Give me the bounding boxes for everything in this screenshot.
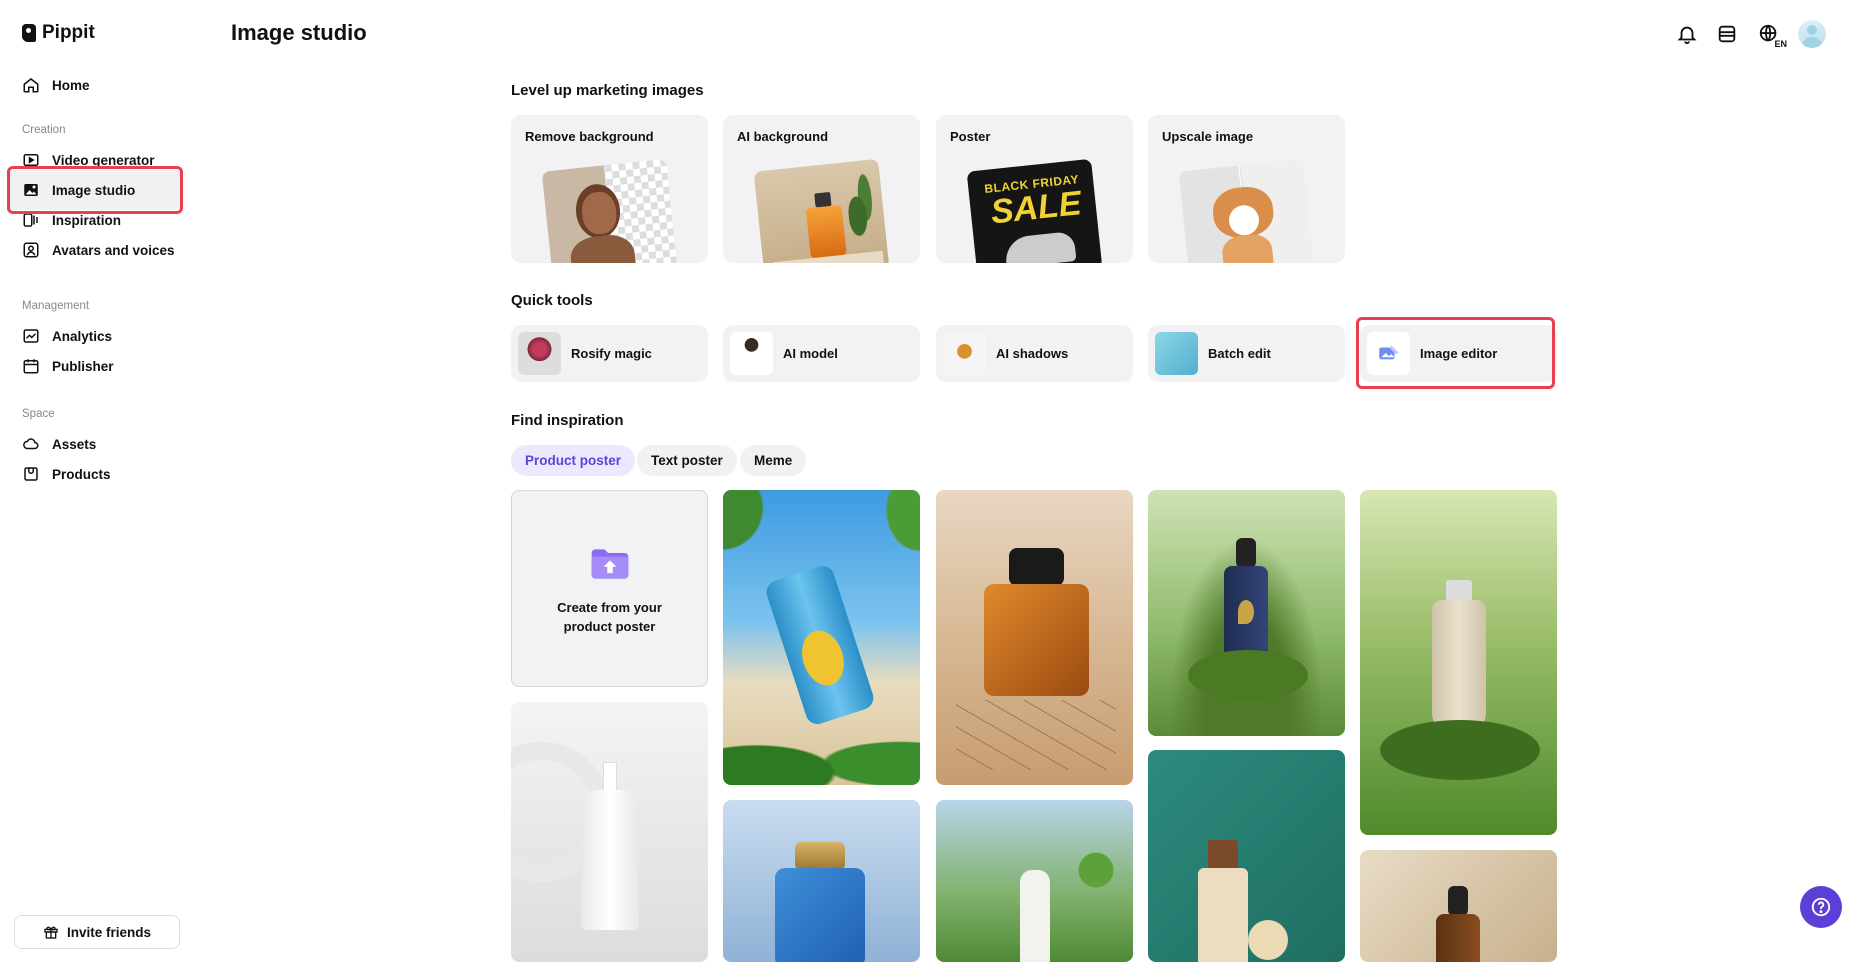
sidebar-item-products[interactable]: Products bbox=[8, 454, 182, 494]
sidebar-item-label: Image studio bbox=[52, 182, 136, 198]
sidebar-item-avatars-and-voices[interactable]: Avatars and voices bbox=[8, 230, 182, 270]
calendar-icon bbox=[23, 359, 39, 374]
poster-art-text-bottom: SALE bbox=[988, 184, 1084, 232]
quick-tool-batch-edit[interactable]: Batch edit bbox=[1148, 325, 1345, 382]
sidebar-item-home[interactable]: Home bbox=[8, 65, 182, 105]
sidebar: Pippit Home Creation Video generator Ima… bbox=[0, 0, 200, 962]
create-label-line2: product poster bbox=[563, 618, 656, 634]
quick-tool-ai-shadows[interactable]: AI shadows bbox=[936, 325, 1133, 382]
invite-friends-button[interactable]: Invite friends bbox=[14, 915, 180, 949]
quick-tool-label: Batch edit bbox=[1208, 346, 1271, 361]
user-avatar[interactable] bbox=[1798, 20, 1826, 48]
sidebar-item-label: Products bbox=[52, 466, 111, 482]
inspiration-image-serum-bottle[interactable] bbox=[1148, 490, 1345, 736]
page-title: Image studio bbox=[231, 20, 367, 45]
quick-tool-label: AI model bbox=[783, 346, 838, 361]
quick-tool-label: Rosify magic bbox=[571, 346, 652, 361]
quick-tool-ai-model[interactable]: AI model bbox=[723, 325, 920, 382]
image-editor-icon bbox=[1378, 344, 1399, 359]
avatar-icon bbox=[23, 242, 39, 258]
card-label: Remove background bbox=[525, 129, 654, 144]
rosify-thumbnail bbox=[518, 332, 561, 375]
batch-edit-thumbnail bbox=[1155, 332, 1198, 375]
card-label: Poster bbox=[950, 129, 991, 144]
sidebar-item-label: Assets bbox=[52, 436, 97, 452]
video-icon bbox=[23, 154, 39, 166]
gift-icon bbox=[44, 926, 58, 939]
card-label: AI background bbox=[737, 129, 829, 144]
ai-background-art bbox=[753, 158, 890, 263]
tab-text-poster[interactable]: Text poster bbox=[637, 445, 737, 476]
sidebar-item-label: Home bbox=[52, 77, 90, 93]
sidebar-item-label: Avatars and voices bbox=[52, 242, 175, 258]
card-poster[interactable]: Poster BLACK FRIDAY SALE bbox=[936, 115, 1133, 263]
credits-button[interactable] bbox=[1714, 21, 1740, 47]
help-button[interactable] bbox=[1800, 886, 1842, 928]
card-label: Upscale image bbox=[1162, 129, 1254, 144]
analytics-icon bbox=[23, 329, 39, 343]
ai-shadows-thumbnail bbox=[943, 332, 986, 375]
card-upscale-image[interactable]: Upscale image bbox=[1148, 115, 1345, 263]
remove-background-art bbox=[541, 158, 678, 263]
help-icon bbox=[1811, 897, 1831, 917]
inspiration-image-amber-dropper[interactable] bbox=[1360, 850, 1557, 962]
app-logo[interactable]: Pippit bbox=[22, 22, 95, 44]
inspiration-image-green-bottle[interactable] bbox=[936, 800, 1133, 962]
inspiration-image-blue-bottle[interactable] bbox=[723, 800, 920, 962]
sidebar-item-label: Video generator bbox=[52, 152, 155, 168]
inspiration-icon bbox=[23, 213, 38, 227]
sidebar-item-label: Publisher bbox=[52, 358, 114, 374]
image-icon bbox=[24, 184, 38, 196]
inspiration-image-pump-bottle[interactable] bbox=[1360, 490, 1557, 835]
section-management: Management bbox=[22, 300, 90, 312]
inspiration-image-white-bottle[interactable] bbox=[511, 702, 708, 962]
sidebar-item-publisher[interactable]: Publisher bbox=[8, 346, 182, 386]
card-ai-background[interactable]: AI background bbox=[723, 115, 920, 263]
bell-icon bbox=[1677, 26, 1697, 45]
sidebar-item-label: Inspiration bbox=[52, 212, 122, 228]
quick-tool-image-editor[interactable]: Image editor bbox=[1360, 325, 1557, 382]
product-icon bbox=[24, 467, 38, 481]
app-name: Pippit bbox=[42, 22, 95, 43]
section-title-marketing: Level up marketing images bbox=[511, 82, 704, 99]
sidebar-item-label: Analytics bbox=[52, 328, 113, 344]
language-badge: EN bbox=[1773, 39, 1788, 49]
inspiration-image-lotion[interactable] bbox=[1148, 750, 1345, 962]
quick-tool-label: Image editor bbox=[1420, 346, 1498, 361]
notifications-button[interactable] bbox=[1674, 21, 1700, 47]
inspiration-image-soda-can[interactable] bbox=[723, 490, 920, 785]
tab-product-poster[interactable]: Product poster bbox=[511, 445, 636, 476]
poster-art: BLACK FRIDAY SALE bbox=[966, 158, 1103, 263]
create-from-product-poster-button[interactable]: Create from your product poster bbox=[511, 490, 708, 687]
cloud-icon bbox=[23, 438, 39, 450]
section-creation: Creation bbox=[22, 124, 66, 136]
quick-tool-rosify-magic[interactable]: Rosify magic bbox=[511, 325, 708, 382]
logo-icon bbox=[22, 24, 36, 42]
section-space: Space bbox=[22, 408, 55, 420]
folder-upload-icon bbox=[591, 548, 628, 579]
home-icon bbox=[23, 78, 39, 93]
card-remove-background[interactable]: Remove background bbox=[511, 115, 708, 263]
ai-model-thumbnail bbox=[730, 332, 773, 375]
quick-tool-label: AI shadows bbox=[996, 346, 1069, 361]
invite-label: Invite friends bbox=[66, 924, 152, 940]
section-title-find-inspiration: Find inspiration bbox=[511, 412, 624, 429]
language-button[interactable]: EN bbox=[1754, 21, 1788, 49]
create-label-line1: Create from your bbox=[557, 599, 662, 615]
credits-icon bbox=[1718, 25, 1736, 43]
inspiration-image-perfume[interactable] bbox=[936, 490, 1133, 785]
upscale-image-art bbox=[1178, 158, 1315, 263]
header-actions: EN bbox=[1674, 20, 1826, 49]
tab-meme[interactable]: Meme bbox=[740, 445, 807, 476]
image-editor-thumbnail bbox=[1367, 332, 1410, 375]
section-title-quick-tools: Quick tools bbox=[511, 292, 593, 309]
